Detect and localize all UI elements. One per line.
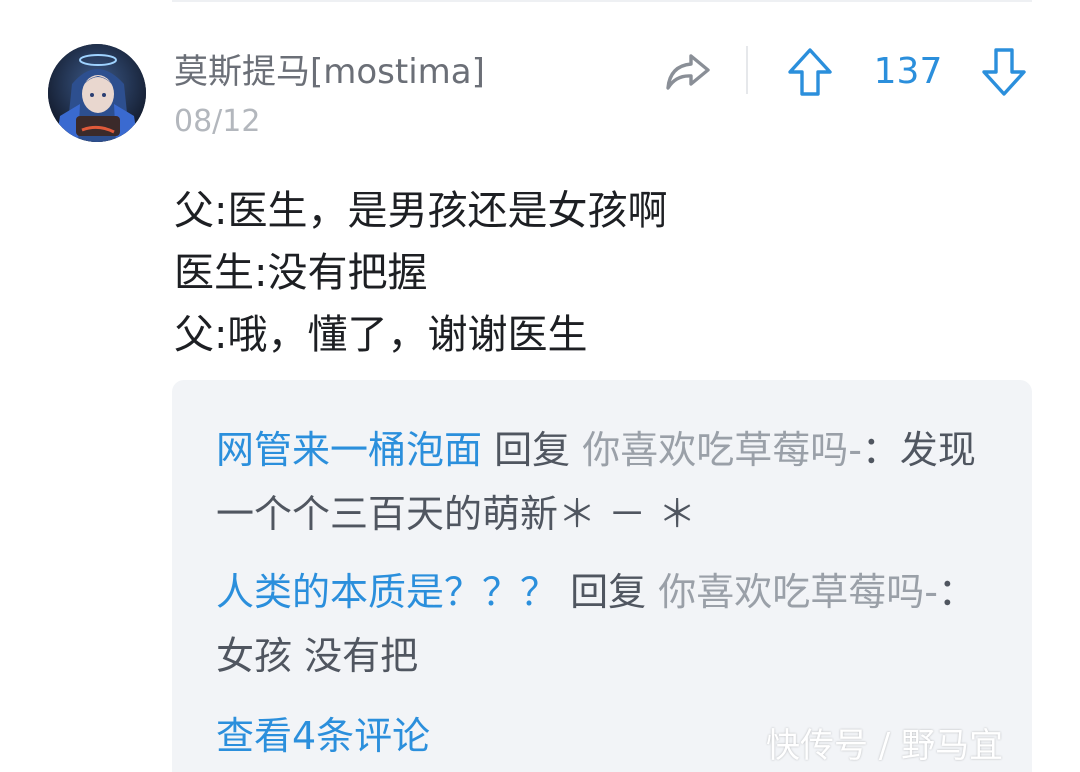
reply-verb: 回复 [558,570,659,614]
reply-target-user[interactable]: 你喜欢吃草莓吗- [658,570,938,614]
reply-item[interactable]: 人类的本质是？？？ 回复 你喜欢吃草莓吗-：女孩 没有把 [216,560,996,688]
reply-username[interactable]: 人类的本质是？？？ [216,570,558,614]
view-more-replies-link[interactable]: 查看4条评论 [216,706,430,766]
username[interactable]: 莫斯提马[mostima] [174,50,485,94]
reply-username[interactable]: 网管来一桶泡面 [216,428,482,472]
avatar[interactable] [48,44,146,142]
vertical-divider [746,46,748,94]
comment-line: 父:医生，是男孩还是女孩啊 [174,188,668,234]
comment-line: 医生:没有把握 [174,250,428,296]
vote-count: 137 [873,51,943,92]
comment-date: 08/12 [174,104,261,139]
upvote-arrow-icon[interactable] [786,46,834,98]
reply-item[interactable]: 网管来一桶泡面 回复 你喜欢吃草莓吗-：发现一个个三百天的萌新＊ － ＊ [216,418,996,546]
top-divider [172,0,1032,2]
share-icon[interactable] [664,48,712,96]
comment-page: 莫斯提马[mostima] 08/12 137 父:医生，是男孩还是女孩啊 医生… [0,0,1080,772]
watermark: 快传号 / 野马宜 [766,726,1004,766]
reply-target-user[interactable]: 你喜欢吃草莓吗- [582,428,862,472]
reply-preview-box[interactable]: 网管来一桶泡面 回复 你喜欢吃草莓吗-：发现一个个三百天的萌新＊ － ＊ 人类的… [172,380,1032,772]
comment-body: 父:医生，是男孩还是女孩啊 医生:没有把握 父:哦，懂了，谢谢医生 [174,180,1034,366]
downvote-arrow-icon[interactable] [980,46,1028,98]
comment-line: 父:哦，懂了，谢谢医生 [174,312,588,358]
reply-verb: 回复 [482,428,583,472]
